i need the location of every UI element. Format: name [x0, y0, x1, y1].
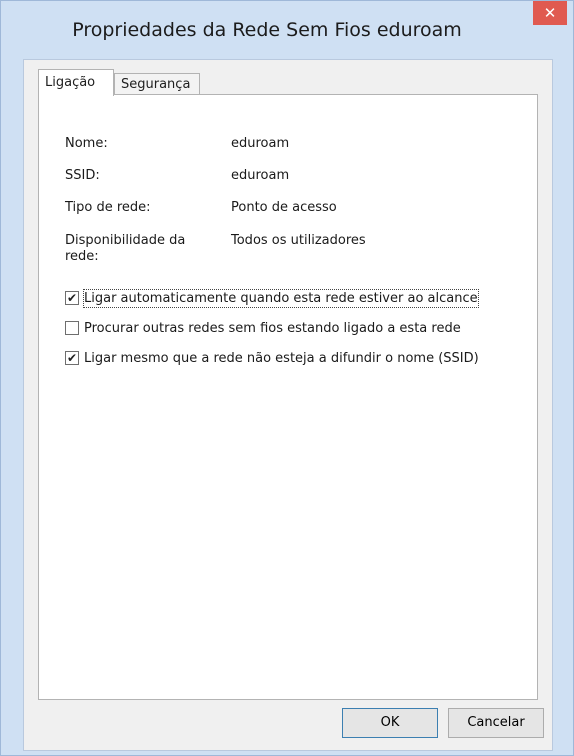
detail-label: Disponibilidade da rede: — [65, 233, 186, 264]
tab-panel-ligacao: Nome: eduroam SSID: eduroam Tipo de rede… — [38, 94, 538, 700]
dialog-window: Propriedades da Rede Sem Fios eduroam ✕ … — [0, 0, 574, 756]
window-title: Propriedades da Rede Sem Fios eduroam — [72, 19, 462, 41]
detail-value: eduroam — [231, 168, 290, 183]
detail-label: Nome: — [65, 136, 108, 151]
detail-value: eduroam — [231, 136, 290, 151]
dialog-body: Ligação Segurança Nome: eduroam SSID: ed… — [23, 59, 553, 751]
detail-value: Todos os utilizadores — [231, 233, 366, 248]
cancel-button[interactable]: Cancelar — [448, 708, 544, 738]
option-label: Procurar outras redes sem fios estando l… — [84, 321, 461, 336]
detail-value: Ponto de acesso — [231, 200, 337, 215]
auto-connect-checkbox[interactable]: ✔ — [65, 291, 79, 305]
look-other-networks-checkbox[interactable] — [65, 321, 79, 335]
tab-ligacao[interactable]: Ligação — [38, 69, 114, 96]
ok-button[interactable]: OK — [342, 708, 438, 738]
option-label: Ligar mesmo que a rede não esteja a difu… — [84, 351, 479, 366]
option-label: Ligar automaticamente quando esta rede e… — [83, 289, 479, 308]
tab-seguranca[interactable]: Segurança — [114, 73, 200, 95]
detail-label: Tipo de rede: — [65, 200, 151, 215]
detail-label: SSID: — [65, 168, 100, 183]
connect-hidden-checkbox[interactable]: ✔ — [65, 351, 79, 365]
close-button[interactable]: ✕ — [533, 1, 567, 25]
title-bar[interactable]: Propriedades da Rede Sem Fios eduroam ✕ — [1, 1, 573, 59]
close-icon: ✕ — [543, 4, 557, 22]
